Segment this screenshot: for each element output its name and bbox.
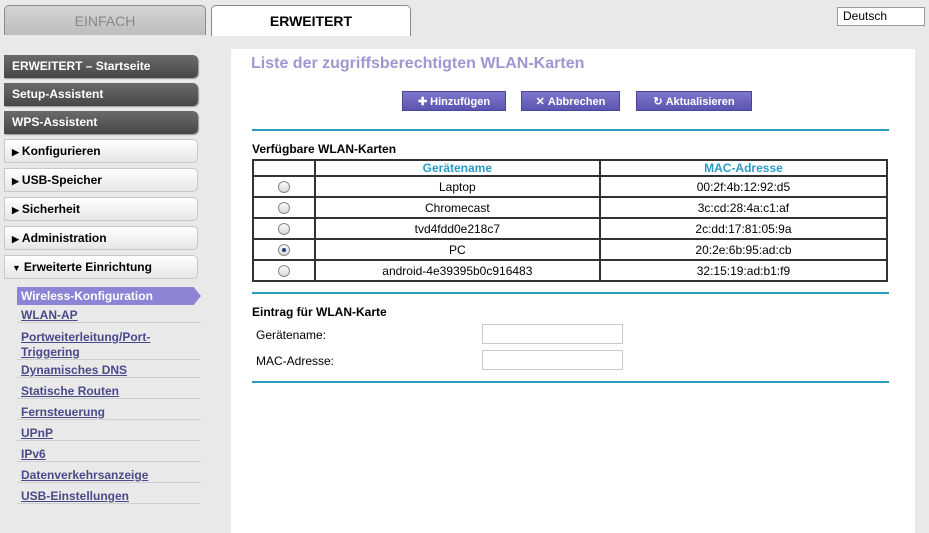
expand-arrow-icon: ▶	[12, 147, 19, 157]
mac-cell: 32:15:19:ad:b1:f9	[598, 259, 889, 282]
nav-sub-usb-einstellungen[interactable]: USB-Einstellungen	[17, 489, 201, 504]
tab-einfach[interactable]: EINFACH	[4, 5, 206, 35]
nav-sub-statische-routen[interactable]: Statische Routen	[17, 384, 201, 399]
refresh-button-label: Aktualisieren	[665, 96, 735, 108]
row-radio-button[interactable]	[277, 265, 290, 278]
nav-sub-upnp[interactable]: UPnP	[17, 426, 201, 441]
mac-address-input[interactable]	[482, 350, 623, 370]
nav-sub-datenverkehrsanzeige[interactable]: Datenverkehrsanzeige	[17, 468, 201, 483]
refresh-icon: ↻	[653, 96, 663, 108]
expand-arrow-icon: ▶	[12, 205, 19, 215]
nav-label: Administration	[21, 231, 107, 245]
select-cell	[252, 238, 316, 261]
select-cell	[252, 217, 316, 240]
nav-sub-portweiterleitung[interactable]: Portweiterleitung/Port-	[17, 330, 201, 344]
device-name-input[interactable]	[482, 324, 623, 344]
select-cell	[252, 196, 316, 219]
table-row: tvd4fdd0e218c7 2c:dd:17:81:05:9a	[252, 217, 889, 240]
mac-address-label: MAC-Adresse:	[256, 354, 335, 368]
tab-erweitert[interactable]: ERWEITERT	[211, 5, 411, 36]
nav-sub-dynamisches-dns[interactable]: Dynamisches DNS	[17, 363, 201, 378]
mac-cell: 00:2f:4b:12:92:d5	[598, 175, 889, 198]
available-cards-title: Verfügbare WLAN-Karten	[252, 142, 397, 156]
device-name-cell: Laptop	[313, 175, 601, 198]
table-row: Chromecast 3c:cd:28:4a:c1:af	[252, 196, 889, 219]
plus-icon: ✚	[417, 96, 428, 108]
nav-sub-portweiterleitung-cont[interactable]: Triggering	[17, 345, 201, 360]
column-header-device-name: Gerätename	[313, 159, 601, 177]
nav-sub-wlan-ap[interactable]: WLAN-AP	[17, 308, 201, 323]
cancel-button[interactable]: ✕ Abbrechen	[521, 91, 620, 111]
nav-erweitert-startseite[interactable]: ERWEITERT – Startseite	[4, 55, 198, 78]
mac-cell: 3c:cd:28:4a:c1:af	[598, 196, 889, 219]
device-name-cell: PC	[313, 238, 601, 261]
column-header-mac: MAC-Adresse	[598, 159, 889, 177]
nav-usb-speicher[interactable]: ▶ USB-Speicher	[4, 168, 198, 192]
select-column-header	[252, 159, 316, 177]
nav-label: Sicherheit	[21, 202, 80, 216]
row-radio-button[interactable]	[277, 223, 290, 236]
device-name-cell: android-4e39395b0c916483	[313, 259, 601, 282]
nav-konfigurieren[interactable]: ▶ Konfigurieren	[4, 139, 198, 163]
row-radio-button[interactable]	[277, 202, 290, 215]
nav-label: Konfigurieren	[21, 144, 101, 158]
language-select[interactable]: Deutsch	[837, 7, 925, 26]
table-row: PC 20:2e:6b:95:ad:cb	[252, 238, 889, 261]
wlan-cards-table: Gerätename MAC-Adresse Laptop 00:2f:4b:1…	[252, 159, 889, 282]
expand-arrow-icon: ▶	[12, 234, 19, 244]
select-cell	[252, 175, 316, 198]
nav-sicherheit[interactable]: ▶ Sicherheit	[4, 197, 198, 221]
mac-cell: 20:2e:6b:95:ad:cb	[598, 238, 889, 261]
entry-title: Eintrag für WLAN-Karte	[252, 305, 387, 319]
device-name-cell: tvd4fdd0e218c7	[313, 217, 601, 240]
row-radio-button-selected[interactable]	[277, 244, 290, 257]
add-button-label: Hinzufügen	[430, 96, 491, 108]
divider	[252, 129, 889, 131]
expand-arrow-icon: ▶	[12, 176, 19, 186]
select-cell	[252, 259, 316, 282]
nav-setup-assistent[interactable]: Setup-Assistent	[4, 83, 198, 106]
nav-label: USB-Speicher	[21, 173, 102, 187]
nav-administration[interactable]: ▶ Administration	[4, 226, 198, 250]
device-name-cell: Chromecast	[313, 196, 601, 219]
collapse-arrow-icon: ▼	[12, 263, 21, 273]
table-row: android-4e39395b0c916483 32:15:19:ad:b1:…	[252, 259, 889, 282]
nav-sub-fernsteuerung[interactable]: Fernsteuerung	[17, 405, 201, 420]
nav-wps-assistent[interactable]: WPS-Assistent	[4, 111, 198, 134]
add-button[interactable]: ✚ Hinzufügen	[402, 91, 506, 111]
refresh-button[interactable]: ↻ Aktualisieren	[636, 91, 752, 111]
close-icon: ✕	[535, 96, 545, 108]
page-title: Liste der zugriffsberechtigten WLAN-Kart…	[251, 55, 585, 72]
nav-erweiterte-einrichtung[interactable]: ▼ Erweiterte Einrichtung	[4, 255, 198, 279]
nav-label: Erweiterte Einrichtung	[23, 260, 152, 274]
nav-sub-ipv6[interactable]: IPv6	[17, 447, 201, 462]
mac-cell: 2c:dd:17:81:05:9a	[598, 217, 889, 240]
main-panel: Liste der zugriffsberechtigten WLAN-Kart…	[231, 49, 915, 533]
table-header-row: Gerätename MAC-Adresse	[252, 159, 889, 177]
device-name-label: Gerätename:	[256, 328, 327, 342]
divider	[252, 292, 889, 294]
cancel-button-label: Abbrechen	[547, 96, 606, 108]
divider	[252, 381, 889, 383]
row-radio-button[interactable]	[277, 181, 290, 194]
table-row: Laptop 00:2f:4b:12:92:d5	[252, 175, 889, 198]
nav-sub-wireless-konfiguration[interactable]: Wireless-Konfiguration	[17, 287, 201, 305]
